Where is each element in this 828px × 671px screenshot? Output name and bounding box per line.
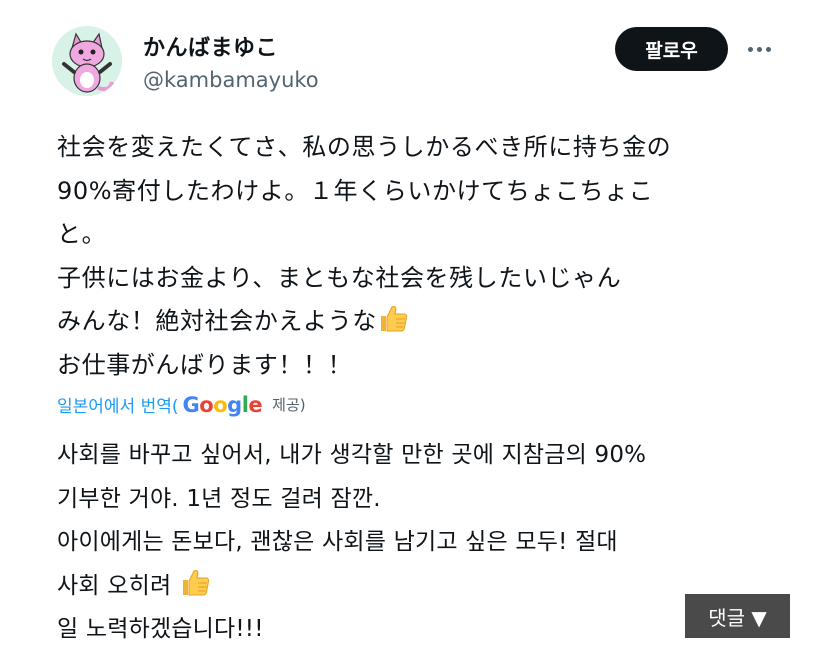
post-text: 社会を変えたくてさ、私の思うしかるべき所に持ち金の 90%寄付したわけよ。１年く…: [57, 126, 787, 387]
post-line: 社会を変えたくてさ、私の思うしかるべき所に持ち金の: [57, 133, 672, 161]
translation-attribution[interactable]: 일본어에서 번역( Google 제공): [57, 392, 306, 418]
thumbs-up-icon: [380, 305, 407, 332]
translated-from-label[interactable]: 일본어에서 번역(: [57, 392, 179, 417]
translated-line: 사회 오히려: [57, 572, 172, 599]
translated-line: 사회를 바꾸고 싶어서, 내가 생각할 만한 곳에 지참금의 90%: [57, 442, 647, 468]
follow-button[interactable]: 팔로우: [615, 27, 728, 71]
translated-line: 일 노력하겠습니다!!!: [57, 616, 264, 642]
translated-line: 기부한 거야. 1년 정도 걸려 잠깐.: [57, 485, 381, 512]
post-line: 90%寄付したわけよ。１年くらいかけてちょこちょこ: [57, 176, 654, 205]
author-handle[interactable]: @kambamayuko: [143, 68, 319, 92]
more-dots-icon[interactable]: [742, 35, 776, 63]
google-logo: Google: [182, 392, 263, 417]
post-line: 子供にはお金より、まともな社会を残したいじゃん: [57, 263, 622, 292]
post-line: みんな！絶対社会かえような: [57, 307, 377, 335]
comments-button[interactable]: 댓글 ▼: [685, 594, 790, 638]
avatar[interactable]: [52, 26, 122, 96]
author-display-name[interactable]: かんばまゆこ: [143, 30, 278, 62]
post-line: と。: [57, 220, 107, 248]
pink-cat-avatar-icon: [52, 26, 122, 96]
translated-line-with-emoji: 사회 오히려: [57, 565, 787, 609]
post-line: お仕事がんばります！！！: [57, 350, 353, 379]
thumbs-up-icon: [182, 569, 209, 595]
post-line-with-emoji: みんな！絶対社会かえような: [57, 300, 787, 344]
provided-by-label: 제공): [272, 396, 306, 414]
translated-line: 아이에게는 돈보다, 괜찮은 사회를 남기고 싶은 모두! 절대: [57, 529, 618, 555]
translated-text: 사회를 바꾸고 싶어서, 내가 생각할 만한 곳에 지참금의 90% 기부한 거…: [57, 434, 787, 652]
